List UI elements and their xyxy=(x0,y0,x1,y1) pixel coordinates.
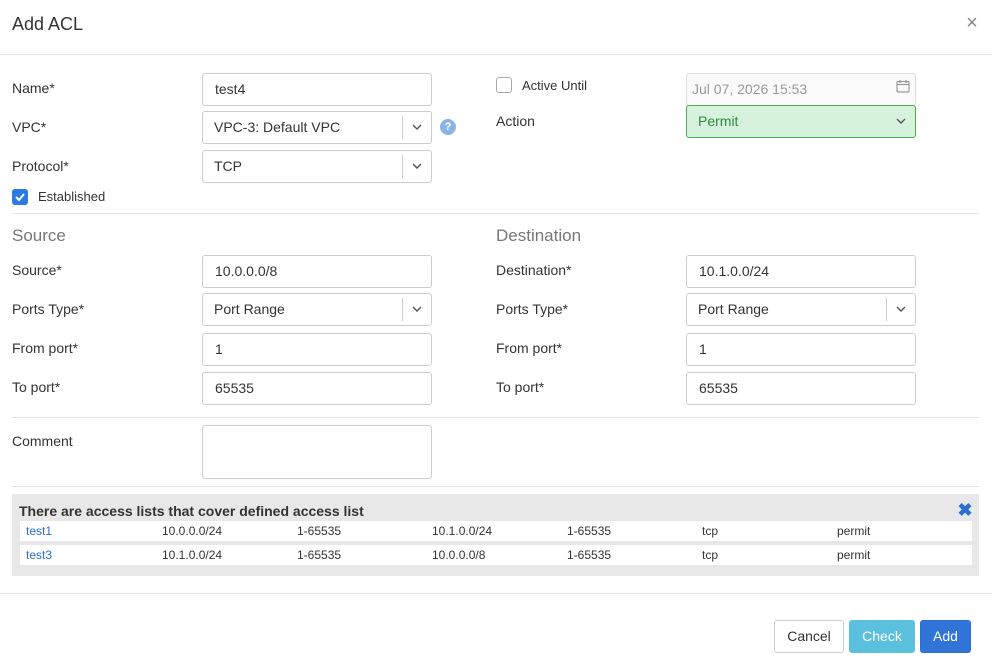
source-heading: Source xyxy=(12,226,66,245)
established-checkbox[interactable] xyxy=(12,189,28,205)
close-icon[interactable]: × xyxy=(962,13,982,33)
destination-to-port-label: To port* xyxy=(496,379,545,395)
table-row: test1 10.0.0.0/24 1-65535 10.1.0.0/24 1-… xyxy=(20,521,972,541)
acl-link[interactable]: test3 xyxy=(26,545,52,565)
table-cell: 1-65535 xyxy=(567,524,612,538)
select-separator xyxy=(402,116,403,139)
chevron-down-icon xyxy=(412,306,422,312)
comment-textarea[interactable] xyxy=(202,425,432,479)
coverage-title: There are access lists that cover define… xyxy=(19,503,364,519)
source-from-port-label: From port* xyxy=(12,340,79,356)
table-cell: 10.1.0.0/24 xyxy=(162,548,223,562)
section-divider xyxy=(12,486,979,487)
table-cell: 10.0.0.0/24 xyxy=(162,524,223,538)
calendar-icon[interactable] xyxy=(896,79,910,93)
action-select[interactable]: Permit xyxy=(686,105,916,138)
chevron-down-icon xyxy=(412,124,422,130)
action-select-value: Permit xyxy=(698,113,739,129)
vpc-select-value: VPC-3: Default VPC xyxy=(214,119,341,135)
table-cell: 10.0.0.0/8 xyxy=(432,548,486,562)
table-cell: tcp xyxy=(702,524,719,538)
destination-heading: Destination xyxy=(496,226,582,245)
active-until-date-input[interactable]: Jul 07, 2026 15:53 xyxy=(686,73,916,106)
source-ports-type-value: Port Range xyxy=(214,301,285,317)
established-label: Established xyxy=(38,189,106,204)
select-separator xyxy=(402,155,403,178)
destination-from-port-input[interactable]: 1 xyxy=(686,333,916,366)
destination-ports-type-label: Ports Type* xyxy=(496,301,569,317)
source-ports-type-select[interactable]: Port Range xyxy=(202,293,432,326)
protocol-select-value: TCP xyxy=(214,158,242,174)
check-button[interactable]: Check xyxy=(849,620,915,653)
protocol-select[interactable]: TCP xyxy=(202,150,432,183)
header-divider xyxy=(0,54,992,55)
table-cell: 1-65535 xyxy=(567,548,612,562)
select-separator xyxy=(886,298,887,321)
destination-from-port-label: From port* xyxy=(496,340,563,356)
table-row: test3 10.1.0.0/24 1-65535 10.0.0.0/8 1-6… xyxy=(20,545,972,565)
coverage-panel: There are access lists that cover define… xyxy=(12,494,979,576)
table-cell: permit xyxy=(837,524,871,538)
select-separator xyxy=(402,298,403,321)
acl-link[interactable]: test1 xyxy=(26,521,52,541)
source-to-port-input[interactable]: 65535 xyxy=(202,372,432,405)
destination-input[interactable]: 10.1.0.0/24 xyxy=(686,255,916,288)
active-until-label: Active Until xyxy=(522,78,588,93)
protocol-label: Protocol* xyxy=(12,158,69,174)
close-icon[interactable]: ✖ xyxy=(957,501,973,519)
source-ports-type-label: Ports Type* xyxy=(12,301,85,317)
table-cell: tcp xyxy=(702,548,719,562)
destination-ports-type-value: Port Range xyxy=(698,301,769,317)
table-cell: 1-65535 xyxy=(297,524,342,538)
source-label: Source* xyxy=(12,262,62,278)
section-divider xyxy=(12,213,979,214)
comment-label: Comment xyxy=(12,433,73,449)
name-input[interactable]: test4 xyxy=(202,73,432,106)
section-divider xyxy=(12,417,979,418)
vpc-label: VPC* xyxy=(12,119,47,135)
add-button[interactable]: Add xyxy=(920,620,971,653)
vpc-select[interactable]: VPC-3: Default VPC xyxy=(202,111,432,144)
chevron-down-icon xyxy=(412,163,422,169)
help-icon[interactable]: ? xyxy=(440,119,456,135)
source-to-port-label: To port* xyxy=(12,379,61,395)
checkmark-icon xyxy=(15,193,25,202)
name-label: Name* xyxy=(12,80,55,96)
destination-to-port-input[interactable]: 65535 xyxy=(686,372,916,405)
source-input[interactable]: 10.0.0.0/8 xyxy=(202,255,432,288)
cancel-button[interactable]: Cancel xyxy=(774,620,844,653)
chevron-down-icon xyxy=(896,306,906,312)
chevron-down-icon xyxy=(896,118,906,124)
active-until-checkbox[interactable] xyxy=(496,77,512,93)
source-from-port-input[interactable]: 1 xyxy=(202,333,432,366)
destination-ports-type-select[interactable]: Port Range xyxy=(686,293,916,326)
dialog-title: Add ACL xyxy=(12,14,84,34)
action-label: Action xyxy=(496,113,535,129)
table-cell: permit xyxy=(837,548,871,562)
table-cell: 10.1.0.0/24 xyxy=(432,524,493,538)
table-cell: 1-65535 xyxy=(297,548,342,562)
destination-label: Destination* xyxy=(496,262,572,278)
footer-divider xyxy=(0,593,992,594)
